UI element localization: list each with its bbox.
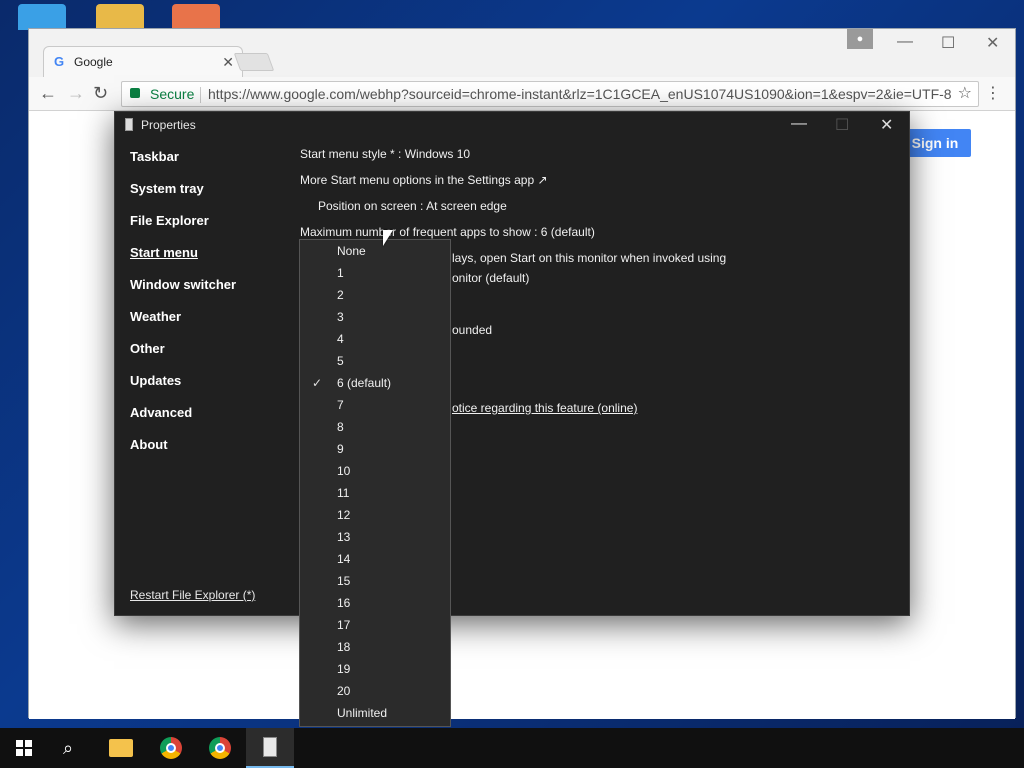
nav-start-menu[interactable]: Start menu (130, 245, 198, 260)
tab-title: Google (74, 55, 113, 69)
dropdown-option[interactable]: 5 (300, 350, 450, 372)
address-bar[interactable]: Secure https://www.google.com/webhp?sour… (121, 81, 979, 107)
taskbar-file-explorer[interactable] (98, 728, 146, 768)
back-icon[interactable]: ← (39, 84, 57, 102)
nav-weather[interactable]: Weather (130, 309, 181, 324)
dropdown-option[interactable]: 13 (300, 526, 450, 548)
google-icon: G (54, 54, 65, 69)
dropdown-option[interactable]: 7 (300, 394, 450, 416)
folder-icon (109, 739, 133, 757)
profile-icon[interactable]: ● (847, 29, 873, 49)
props-maximize-icon: ☐ (835, 117, 850, 134)
props-minimize-icon[interactable]: — (791, 115, 807, 133)
chrome-titlebar: G Google ✕ ● — ☐ ✕ (29, 29, 1015, 78)
minimize-icon[interactable]: — (897, 33, 913, 51)
dropdown-option[interactable]: Unlimited (300, 702, 450, 724)
nav-advanced[interactable]: Advanced (130, 405, 192, 420)
desktop-icon-top-1[interactable] (18, 4, 66, 30)
position-on-screen-option[interactable]: Position on screen : At screen edge (318, 199, 507, 213)
dropdown-option[interactable]: 15 (300, 570, 450, 592)
reload-icon[interactable]: ↻ (93, 84, 108, 102)
rounded-corners-option[interactable]: ounded (452, 323, 492, 337)
new-tab-button[interactable] (233, 53, 275, 71)
dropdown-option[interactable]: 20 (300, 680, 450, 702)
url-text[interactable]: https://www.google.com/webhp?sourceid=ch… (208, 82, 952, 106)
dropdown-option[interactable]: 10 (300, 460, 450, 482)
properties-title: Properties (141, 118, 196, 132)
desktop-icon-top-2[interactable] (96, 4, 144, 30)
chrome-toolbar: ← → ↻ Secure https://www.google.com/webh… (29, 77, 1015, 111)
more-start-options-link[interactable]: More Start menu options in the Settings … (300, 173, 548, 187)
lock-icon (130, 88, 140, 98)
forward-icon[interactable]: → (67, 84, 85, 102)
chrome-icon (160, 737, 182, 759)
multi-display-option[interactable]: lays, open Start on this monitor when in… (452, 251, 726, 265)
dropdown-option[interactable]: 16 (300, 592, 450, 614)
start-button[interactable] (0, 728, 48, 768)
taskbar-properties[interactable] (246, 728, 294, 768)
restart-explorer-link[interactable]: Restart File Explorer (*) (130, 588, 255, 602)
multi-display-value[interactable]: onitor (default) (452, 271, 529, 285)
dropdown-option[interactable]: 19 (300, 658, 450, 680)
max-frequent-apps-option[interactable]: Maximum number of frequent apps to show … (300, 225, 595, 239)
feature-notice-link[interactable]: otice regarding this feature (online) (452, 401, 637, 415)
nav-other[interactable]: Other (130, 341, 165, 356)
nav-system-tray[interactable]: System tray (130, 181, 204, 196)
omnibox-separator (200, 87, 201, 103)
dropdown-option[interactable]: 8 (300, 416, 450, 438)
properties-app-icon (125, 118, 133, 131)
maximize-icon[interactable]: ☐ (941, 33, 955, 53)
properties-app-icon (263, 737, 277, 757)
dropdown-option[interactable]: 2 (300, 284, 450, 306)
taskbar: ⌕ (0, 728, 1024, 768)
mouse-cursor-icon (383, 230, 393, 246)
checkmark-icon: ✓ (312, 376, 323, 390)
properties-dialog: Properties — ☐ ✕ Taskbar System tray Fil… (114, 111, 910, 616)
search-button[interactable]: ⌕ (48, 728, 96, 768)
start-menu-style-option[interactable]: Start menu style * : Windows 10 (300, 147, 470, 161)
taskbar-chrome-1[interactable] (148, 728, 196, 768)
dropdown-option[interactable]: 12 (300, 504, 450, 526)
bookmark-star-icon[interactable]: ☆ (958, 82, 972, 106)
chrome-menu-icon[interactable]: ⋮ (985, 83, 1001, 103)
frequent-apps-dropdown[interactable]: None 1 2 3 4 5 ✓ 6 (default) 7 8 9 10 11 … (299, 239, 451, 727)
secure-label: Secure (150, 86, 195, 102)
nav-taskbar[interactable]: Taskbar (130, 149, 179, 164)
dropdown-option[interactable]: None (300, 240, 450, 262)
nav-file-explorer[interactable]: File Explorer (130, 213, 209, 228)
nav-updates[interactable]: Updates (130, 373, 181, 388)
nav-window-switcher[interactable]: Window switcher (130, 277, 236, 292)
chrome-icon (209, 737, 231, 759)
search-icon: ⌕ (63, 738, 74, 758)
nav-about[interactable]: About (130, 437, 168, 452)
props-close-icon[interactable]: ✕ (880, 115, 893, 135)
dropdown-option[interactable]: 14 (300, 548, 450, 570)
desktop-icon-top-3[interactable] (172, 4, 220, 30)
dropdown-option[interactable]: 18 (300, 636, 450, 658)
dropdown-option-selected[interactable]: ✓ 6 (default) (300, 372, 450, 394)
dropdown-option[interactable]: 17 (300, 614, 450, 636)
close-icon[interactable]: ✕ (986, 33, 999, 53)
dropdown-option[interactable]: 9 (300, 438, 450, 460)
tab-close-icon[interactable]: ✕ (222, 54, 234, 71)
dropdown-option[interactable]: 4 (300, 328, 450, 350)
windows-logo-icon (16, 740, 32, 756)
taskbar-chrome-2[interactable] (197, 728, 245, 768)
dropdown-option[interactable]: 11 (300, 482, 450, 504)
tab-google[interactable]: G Google ✕ (43, 46, 243, 78)
dropdown-option[interactable]: 3 (300, 306, 450, 328)
dropdown-option[interactable]: 1 (300, 262, 450, 284)
